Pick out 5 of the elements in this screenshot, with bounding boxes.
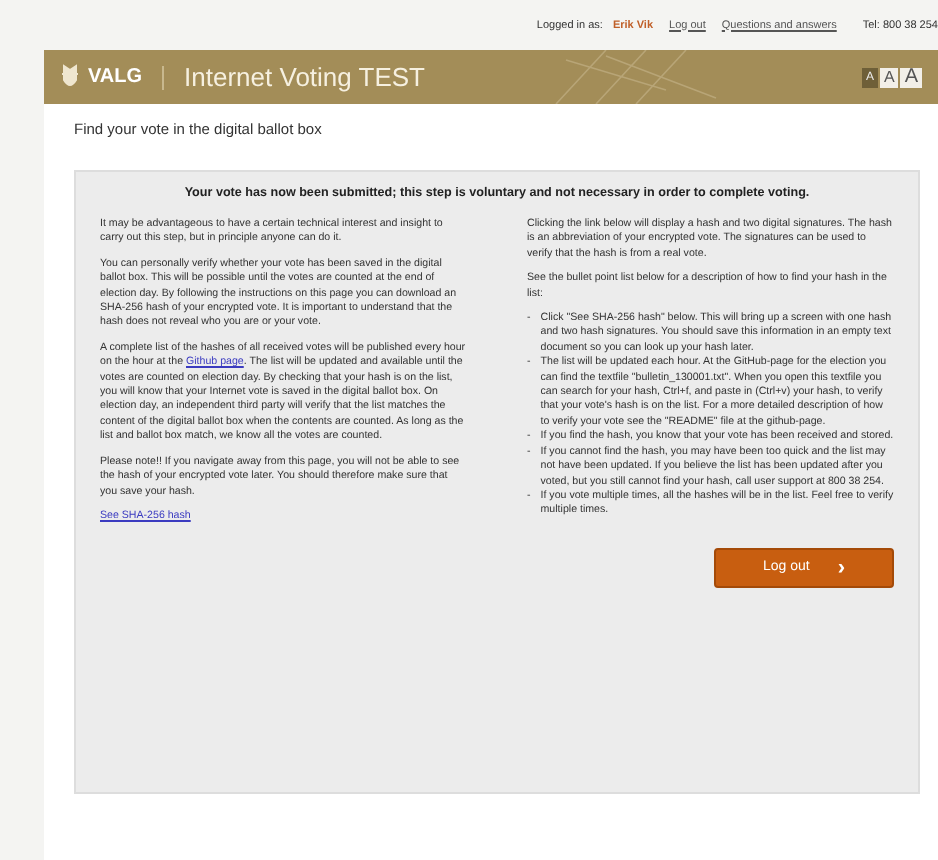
font-size-button[interactable]: A [879, 67, 899, 87]
crest-icon [60, 64, 80, 90]
logo-text: VALG [88, 66, 143, 88]
site-title: Internet Voting TEST [184, 62, 425, 92]
font-size-button[interactable]: A [900, 67, 922, 87]
